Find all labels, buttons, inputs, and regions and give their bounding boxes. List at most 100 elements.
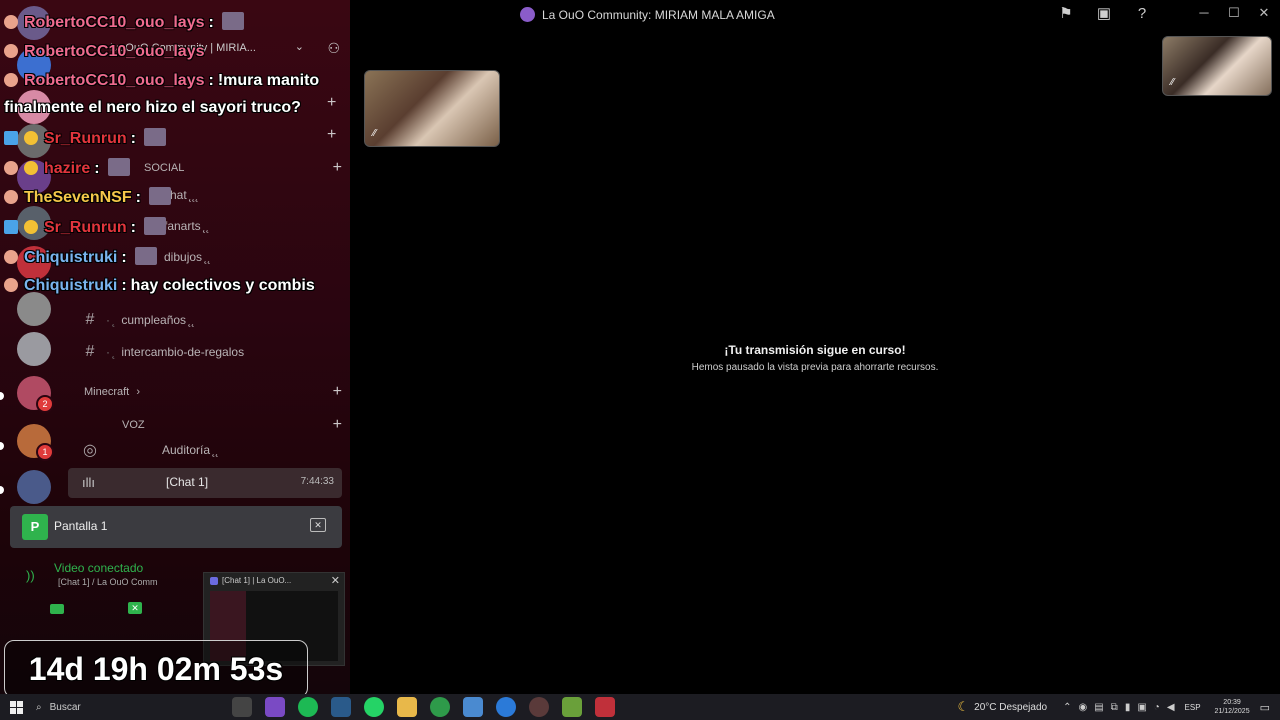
stream-status: ¡Tu transmisión sigue en curso! Hemos pa… — [600, 343, 1030, 373]
windows-start-icon[interactable] — [10, 701, 23, 714]
prime-badge-icon — [4, 220, 18, 234]
app-tray-icon[interactable]: ▤ — [1094, 702, 1103, 713]
clock[interactable]: 20:39 21/12/2025 — [1215, 698, 1250, 716]
spotify-icon[interactable] — [298, 697, 318, 717]
stop-stream-icon[interactable]: ✕ — [310, 518, 326, 532]
stream-status-heading: ¡Tu transmisión sigue en curso! — [724, 343, 906, 357]
emote-icon — [221, 12, 244, 30]
channel-intercambio-de-regalos[interactable]: # · ̨ intercambio-de-regalos — [82, 342, 342, 362]
channel-auditoria[interactable]: ◎ Auditoría ̨ ̨ — [82, 440, 342, 460]
add-channel-icon[interactable]: + — [333, 159, 342, 177]
network-icon[interactable]: ◉ — [1078, 702, 1087, 713]
signal-icon[interactable]: )) — [26, 568, 35, 583]
search-icon: ⌕ — [36, 701, 42, 713]
channel-label: fanarts ̨ ̨ — [164, 219, 208, 233]
volume-icon[interactable]: ◀ — [1167, 702, 1175, 713]
add-member-icon[interactable]: ⚇ — [327, 40, 340, 57]
app-tray-icon[interactable]: ⧉ — [1111, 702, 1118, 713]
chat-message: Sr_Runrun: — [4, 128, 166, 148]
participant-video-tile[interactable]: ⁄⁄ — [364, 70, 500, 147]
server-icon[interactable] — [17, 470, 51, 504]
taskbar-search[interactable]: ⌕ Buscar — [36, 697, 226, 717]
chat-username: Chiquistruki — [24, 249, 118, 266]
chat-username: RobertoCC10_ouo_lays — [24, 72, 205, 89]
emote-icon — [144, 217, 166, 235]
server-indicator — [0, 486, 4, 494]
chat-username: RobertoCC10_ouo_lays — [24, 14, 205, 31]
channel-dibujos[interactable]: dibujos ̨ ̨ — [164, 247, 344, 267]
flag-icon[interactable]: ⚑ — [1058, 6, 1074, 22]
app-icon[interactable] — [430, 697, 450, 717]
app-icon[interactable] — [463, 697, 483, 717]
share-screen-button[interactable]: ✕ — [128, 602, 142, 614]
close-icon[interactable]: ✕ — [331, 574, 340, 587]
wifi-icon[interactable]: ◔ — [1154, 702, 1160, 713]
user-badge-icon — [4, 44, 18, 58]
server-icon[interactable]: 1 — [17, 424, 54, 461]
emote-icon — [134, 247, 157, 265]
add-channel-icon[interactable]: + — [327, 126, 336, 144]
camera-button[interactable] — [50, 604, 64, 614]
muted-mic-icon: ⁄⁄ — [1171, 77, 1175, 88]
mic-icon[interactable]: ▮ — [1125, 702, 1131, 713]
close-window-button[interactable]: ✕ — [1256, 5, 1272, 21]
minimize-button[interactable]: ─ — [1196, 5, 1212, 21]
stream-timer: 14d 19h 02m 53s — [4, 640, 308, 698]
chat-username: TheSevenNSF — [24, 189, 132, 206]
popup-title-text: [Chat 1] | La OuO... — [222, 576, 292, 585]
chat-username: RobertoCC10_ouo_lays — [24, 43, 205, 60]
category-minecraft[interactable]: Minecraft › + — [84, 383, 342, 401]
help-icon[interactable]: ? — [1134, 6, 1150, 22]
system-tray: ☾ 20°C Despejado ⌃ ◉ ▤ ⧉ ▮ ▣ ◔ ◀ ESP 20:… — [958, 694, 1280, 720]
screen-share-icon: P — [22, 514, 48, 540]
channel-label: intercambio-de-regalos — [121, 345, 245, 359]
voice-connected-subtitle[interactable]: [Chat 1] / La OuO Comm — [58, 577, 158, 587]
user-badge-icon — [4, 190, 18, 204]
stream-status-subtext: Hemos pausado la vista previa para ahorr… — [691, 362, 939, 373]
weather-widget[interactable]: ☾ 20°C Despejado — [958, 699, 1048, 715]
app-tray-icon[interactable]: ▣ — [1137, 702, 1146, 713]
steam-icon[interactable] — [331, 697, 351, 717]
stream-card[interactable]: P Pantalla 1 ✕ — [10, 506, 342, 548]
voice-channel-name: [Chat 1] — [166, 475, 209, 489]
weather-text: 20°C Despejado — [974, 701, 1048, 713]
server-icon[interactable]: 2 — [17, 376, 54, 413]
user-badge-icon — [4, 73, 18, 87]
maximize-button[interactable]: ☐ — [1226, 5, 1242, 21]
chat-username: hazire — [44, 160, 91, 177]
app-icon[interactable] — [562, 697, 582, 717]
edge-icon[interactable] — [496, 697, 516, 717]
task-view-icon[interactable] — [232, 697, 252, 717]
file-explorer-icon[interactable] — [397, 697, 417, 717]
server-icon[interactable] — [17, 332, 51, 366]
channel-chat[interactable]: chat ̨ ̨ ̨ — [164, 185, 344, 205]
server-indicator — [0, 442, 4, 450]
chat-message: Sr_Runrun: — [4, 217, 166, 237]
app-icon[interactable] — [595, 697, 615, 717]
voice-wave-icon: ıllı — [82, 475, 95, 490]
voice-channel-active[interactable]: ıllı [Chat 1] 7:44:33 — [68, 468, 342, 498]
chat-message: TheSevenNSF: — [4, 187, 171, 207]
hash-icon: # — [85, 311, 95, 328]
taskbar-apps — [232, 697, 615, 717]
whatsapp-icon[interactable] — [364, 697, 384, 717]
app-icon[interactable] — [265, 697, 285, 717]
server-icon[interactable] — [17, 292, 51, 326]
self-video-tile[interactable]: ⁄⁄ — [1162, 36, 1272, 96]
channel-label: cumpleaños ̨ ̨ — [121, 313, 193, 327]
window-title: La OuO Community: MIRIAM MALA AMIGA — [520, 7, 775, 22]
chat-message: RobertoCC10_ouo_lays — [4, 43, 205, 61]
language-indicator[interactable]: ESP — [1185, 703, 1201, 712]
add-channel-icon[interactable]: + — [333, 383, 342, 401]
app-icon[interactable] — [529, 697, 549, 717]
notification-icon[interactable]: ▭ — [1260, 701, 1270, 714]
chevron-up-icon[interactable]: ⌃ — [1063, 702, 1071, 713]
stream-card-label: Pantalla 1 — [54, 519, 108, 533]
channel-fanarts[interactable]: fanarts ̨ ̨ — [164, 216, 344, 236]
add-channel-icon[interactable]: + — [333, 416, 342, 434]
chat-message: Chiquistruki: — [4, 247, 157, 267]
channel-cumpleanos[interactable]: # · ̨ cumpleaños ̨ ̨ — [82, 310, 342, 330]
add-channel-icon[interactable]: + — [327, 94, 336, 112]
user-badge-icon — [4, 250, 18, 264]
inbox-icon[interactable]: ▣ — [1096, 6, 1112, 22]
